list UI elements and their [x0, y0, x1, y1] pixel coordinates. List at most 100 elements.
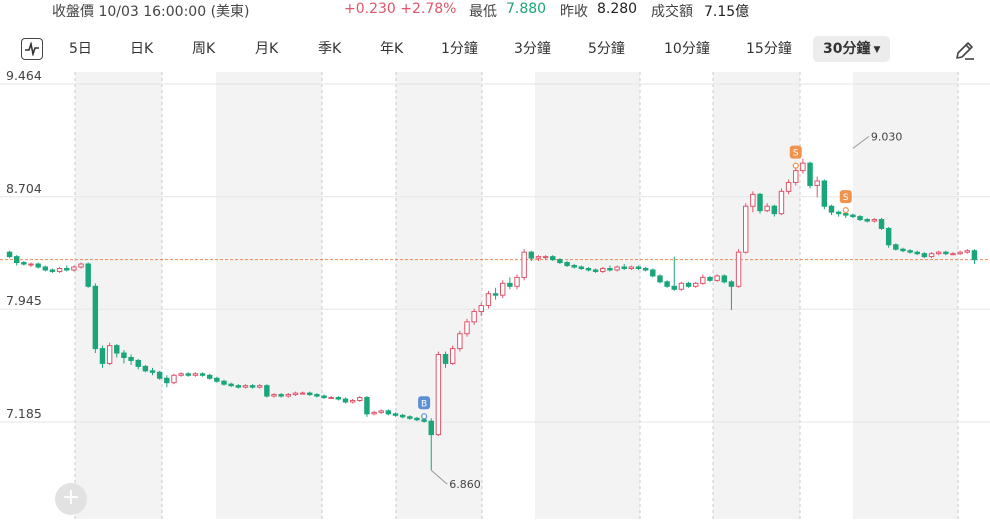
candle-body [242, 385, 249, 388]
candle-body [528, 251, 535, 259]
tab-15min[interactable]: 15分鐘 [746, 36, 792, 62]
tab-30min[interactable]: 30分鐘 ▼ [813, 36, 891, 62]
candle-body [235, 385, 241, 388]
candle-body [914, 251, 920, 255]
tab-1min[interactable]: 1分鐘 [441, 36, 478, 62]
candle-body [392, 413, 399, 416]
y-tick-label: 8.704 [6, 180, 42, 196]
candle-body [478, 305, 484, 313]
candle-body [421, 419, 427, 422]
tab-yearly[interactable]: 年K [380, 36, 403, 62]
tab-5d[interactable]: 5日 [69, 36, 92, 62]
candle-body [607, 267, 613, 271]
candle-body [142, 365, 149, 372]
candle-body [314, 394, 320, 397]
line-chart-icon[interactable] [21, 38, 43, 60]
candle-body [664, 281, 670, 287]
candle-body [557, 259, 563, 264]
candle-body [550, 256, 556, 261]
volume-label: 成交額 [651, 4, 693, 20]
pencil-icon[interactable] [953, 38, 977, 62]
candle-body [935, 251, 942, 255]
candle-body [349, 399, 356, 403]
tab-daily[interactable]: 日K [130, 36, 153, 62]
candle-body [56, 267, 63, 272]
candle-body [814, 180, 820, 186]
candle-body [435, 354, 442, 436]
day-band [396, 72, 482, 519]
candle-body [199, 373, 206, 376]
trade-marker-dot [842, 207, 849, 214]
candle-body [228, 383, 234, 387]
candle-body [457, 333, 463, 350]
tab-weekly[interactable]: 周K [192, 36, 215, 62]
candle-body [771, 205, 778, 215]
price-change: +0.230 +2.78% [344, 1, 457, 17]
candle-body [821, 180, 828, 207]
candle-body [728, 281, 735, 287]
candle-body [785, 181, 792, 192]
trade-marker-label: S [793, 149, 799, 159]
candle-body [264, 385, 270, 397]
candle-body [800, 162, 806, 172]
candle-body [328, 397, 334, 400]
candle-body [878, 219, 885, 229]
day-band [713, 72, 800, 519]
y-tick-label: 7.945 [6, 293, 42, 309]
candle-body [514, 276, 520, 287]
chart-canvas: B S S 9.030 6.860 [0, 72, 990, 519]
candle-body [600, 267, 606, 272]
candle-body [178, 373, 184, 376]
trade-marker-dot [792, 162, 799, 169]
candle-body [943, 251, 949, 255]
tab-monthly[interactable]: 月K [255, 36, 278, 62]
plus-icon[interactable]: + [55, 483, 87, 515]
candle-body [835, 211, 842, 215]
low-annotation: 6.860 [449, 478, 481, 491]
candle-body [278, 394, 284, 397]
candle-body [614, 266, 620, 271]
candle-body [149, 370, 156, 373]
prev-close-value: 8.280 [597, 1, 638, 17]
candle-body [850, 214, 856, 218]
day-band [216, 72, 322, 519]
candle-body [99, 348, 106, 364]
candle-body [964, 250, 970, 253]
candle-body [249, 385, 256, 388]
candle-body [657, 275, 663, 283]
candle-body [807, 162, 813, 186]
candle-body [778, 190, 785, 215]
high-annotation: 9.030 [871, 130, 903, 143]
candle-body [221, 380, 227, 385]
candle-body [114, 345, 120, 354]
candle-body [292, 392, 299, 396]
period-tabs: 5日 日K 周K 月K 季K 年K 1分鐘 3分鐘 5分鐘 10分鐘 15分鐘 … [0, 30, 990, 70]
tab-3min[interactable]: 3分鐘 [514, 36, 551, 62]
candle-body [156, 371, 163, 379]
candle-body [578, 266, 585, 269]
candle-body [321, 395, 327, 399]
tab-quarterly[interactable]: 季K [318, 36, 341, 62]
candle-body [135, 359, 141, 367]
candle-body [585, 267, 592, 271]
candlestick-chart[interactable]: B S S 9.030 6.860 9.464 8.704 7.945 7.185 [0, 68, 990, 519]
quote-summary-bar: 收盤價 10/03 16:00:00 (美東) +0.230 +2.78% 最低… [0, 0, 990, 24]
candle-body [971, 250, 978, 261]
candle-body [692, 282, 699, 287]
candle-body [185, 373, 191, 376]
candle-body [471, 311, 477, 323]
tab-10min[interactable]: 10分鐘 [664, 36, 710, 62]
candle-body [92, 285, 99, 350]
candle-body [500, 282, 506, 296]
candle-body [299, 392, 306, 395]
candle-body [757, 193, 763, 212]
candle-body [285, 394, 292, 397]
candle-body [721, 275, 727, 283]
tab-5min[interactable]: 5分鐘 [588, 36, 625, 62]
candle-body [6, 251, 13, 258]
candle-body [492, 293, 499, 296]
candle-body [893, 244, 899, 250]
candle-body [828, 205, 835, 213]
candle-body [307, 392, 313, 396]
candle-body [14, 256, 20, 264]
